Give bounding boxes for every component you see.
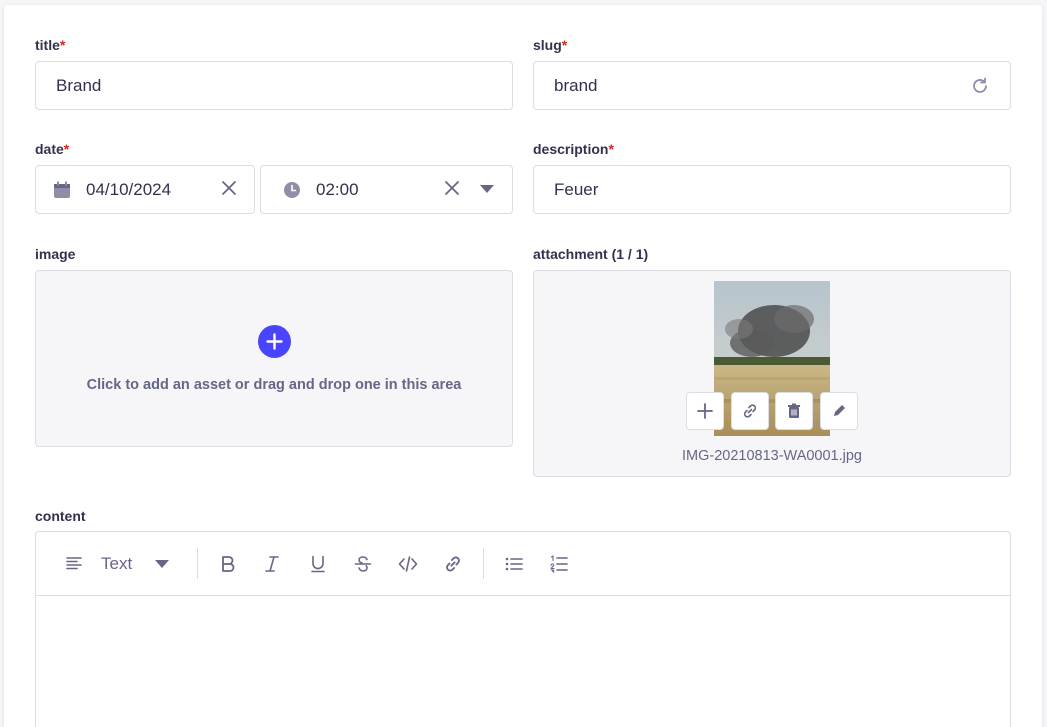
align-left-icon bbox=[66, 556, 82, 570]
caret-down-icon bbox=[154, 559, 170, 569]
close-icon[interactable] bbox=[221, 180, 237, 196]
link-button[interactable] bbox=[441, 552, 465, 576]
italic-button[interactable] bbox=[260, 552, 284, 576]
block-type-select[interactable]: Text bbox=[60, 548, 180, 580]
required-mark: * bbox=[561, 37, 568, 53]
slug-input[interactable]: brand bbox=[533, 61, 1011, 110]
image-dropzone[interactable]: Click to add an asset or drag and drop o… bbox=[35, 270, 513, 447]
date-picker[interactable]: 04/10/2024 bbox=[35, 165, 255, 214]
toolbar-separator bbox=[197, 548, 198, 579]
time-value: 02:00 bbox=[316, 180, 359, 199]
numbered-list-button[interactable] bbox=[547, 552, 571, 576]
description-value: Feuer bbox=[554, 179, 599, 199]
required-mark: * bbox=[59, 37, 66, 53]
clock-icon bbox=[283, 181, 301, 199]
code-icon bbox=[398, 555, 418, 573]
italic-icon bbox=[264, 555, 280, 573]
copy-link-button[interactable] bbox=[731, 392, 769, 430]
date-value: 04/10/2024 bbox=[86, 180, 172, 199]
bold-icon bbox=[220, 555, 236, 573]
plus-circle-icon[interactable] bbox=[258, 325, 291, 358]
pencil-icon bbox=[831, 403, 847, 419]
underline-icon bbox=[310, 555, 326, 573]
edit-asset-button[interactable] bbox=[820, 392, 858, 430]
strikethrough-button[interactable] bbox=[351, 552, 375, 576]
date-label: date* bbox=[35, 141, 70, 157]
time-picker[interactable]: 02:00 bbox=[260, 165, 513, 214]
plus-icon bbox=[697, 403, 713, 419]
slug-value: brand bbox=[554, 75, 598, 95]
description-label: description* bbox=[533, 141, 614, 157]
dropzone-text: Click to add an asset or drag and drop o… bbox=[86, 377, 462, 393]
description-input[interactable]: Feuer bbox=[533, 165, 1011, 214]
bold-button[interactable] bbox=[216, 552, 240, 576]
toolbar-separator bbox=[483, 548, 484, 579]
link-icon bbox=[444, 555, 462, 573]
content-label: content bbox=[35, 508, 86, 524]
link-icon bbox=[742, 403, 758, 419]
title-value: Brand bbox=[56, 75, 102, 95]
title-input[interactable]: Brand bbox=[35, 61, 513, 110]
numbered-list-icon bbox=[550, 555, 568, 573]
required-mark: * bbox=[608, 141, 614, 157]
editor-content-area[interactable] bbox=[36, 596, 1010, 727]
slug-label: slug* bbox=[533, 37, 568, 53]
block-type-value: Text bbox=[101, 554, 133, 573]
add-asset-button[interactable] bbox=[686, 392, 724, 430]
trash-icon bbox=[786, 403, 802, 419]
image-label: image bbox=[35, 246, 76, 262]
underline-button[interactable] bbox=[306, 552, 330, 576]
calendar-icon bbox=[53, 181, 71, 199]
attachment-label: attachment (1 / 1) bbox=[533, 246, 649, 262]
bulleted-list-button[interactable] bbox=[502, 552, 526, 576]
attachment-area: IMG-20210813-WA0001.jpg bbox=[533, 270, 1011, 477]
strikethrough-icon bbox=[354, 555, 372, 573]
attachment-file-name: IMG-20210813-WA0001.jpg bbox=[681, 448, 862, 464]
refresh-icon[interactable] bbox=[970, 76, 990, 96]
close-icon[interactable] bbox=[444, 180, 460, 196]
bulleted-list-icon bbox=[505, 556, 523, 572]
delete-asset-button[interactable] bbox=[775, 392, 813, 430]
code-button[interactable] bbox=[396, 552, 420, 576]
caret-down-icon[interactable] bbox=[479, 184, 495, 194]
required-mark: * bbox=[63, 141, 70, 157]
title-label: title* bbox=[35, 37, 66, 53]
